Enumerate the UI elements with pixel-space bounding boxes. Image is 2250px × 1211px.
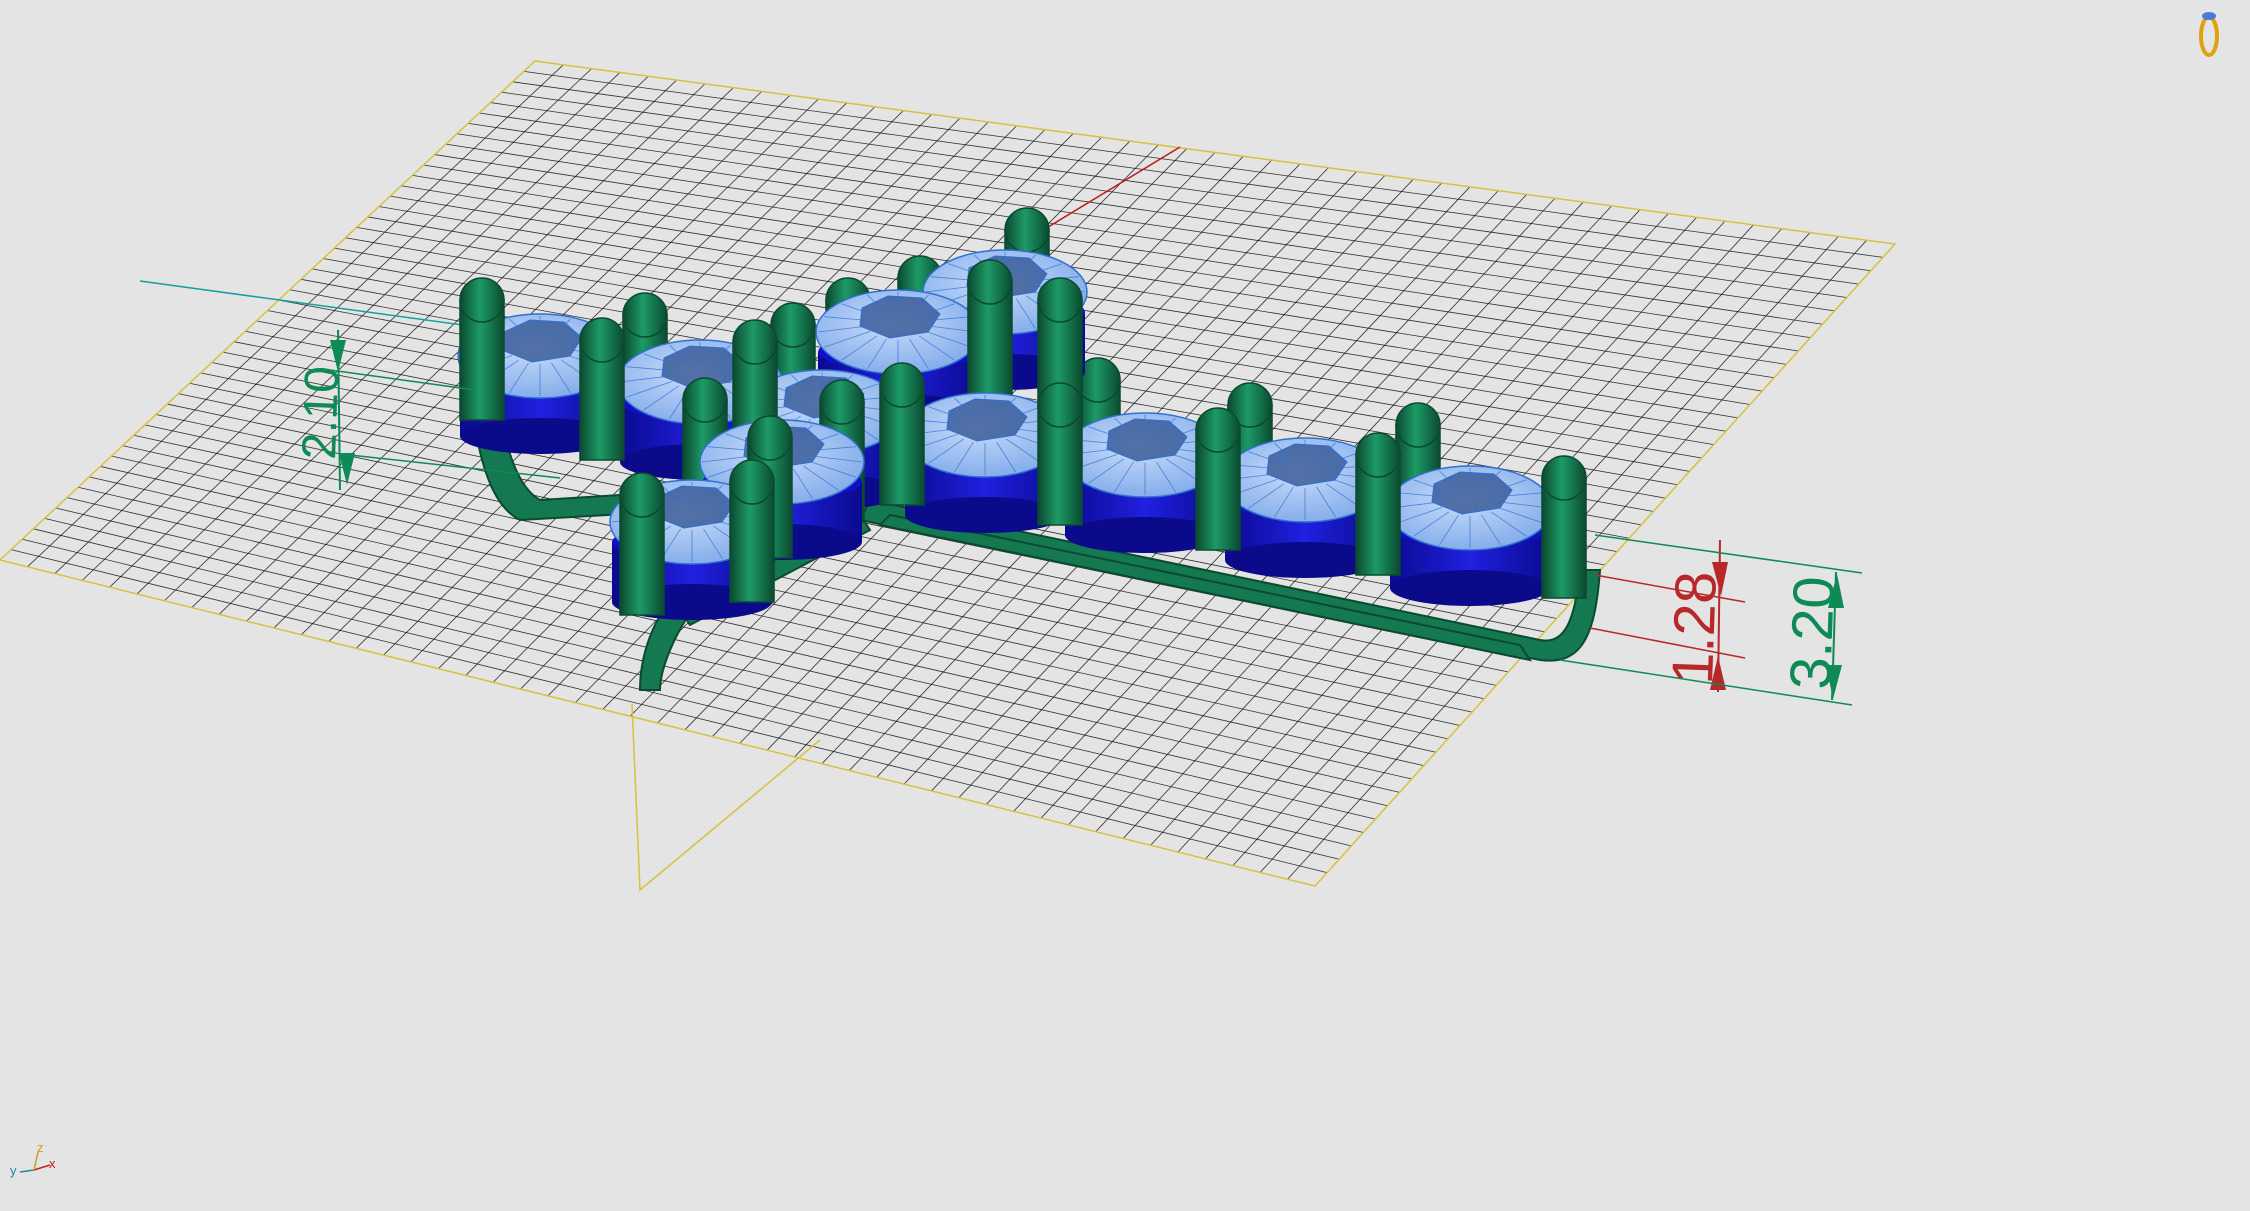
prong-tip: [1037, 382, 1083, 428]
prong[interactable]: [619, 472, 665, 616]
dimension-extension-line: [349, 454, 561, 479]
prong-tip: [622, 292, 668, 338]
prong-tip: [579, 317, 625, 363]
prong[interactable]: [967, 259, 1013, 403]
prong[interactable]: [1541, 455, 1587, 599]
prong[interactable]: [1195, 407, 1241, 551]
y-axis-indicator-line: [19, 1169, 35, 1173]
prong[interactable]: [459, 277, 505, 421]
dimension-bottom-gap[interactable]: 1.28: [1589, 539, 1746, 693]
prong[interactable]: [879, 362, 925, 506]
prong-tip: [879, 362, 925, 408]
prong-tip: [1395, 402, 1441, 448]
prong-tip: [732, 319, 778, 365]
prong-tip: [1355, 432, 1401, 478]
prong-tip: [619, 472, 665, 518]
prong-tip: [682, 377, 728, 423]
prong-tip: [1541, 455, 1587, 501]
prong-tip: [1195, 407, 1241, 453]
prong-tip: [1004, 207, 1050, 253]
dimension-value-text: 3.20: [1778, 575, 1847, 690]
ring-gem: [2202, 12, 2216, 20]
prong-tip: [819, 379, 865, 425]
ring-with-gem-icon[interactable]: [2199, 12, 2219, 57]
prong-tip: [967, 259, 1013, 305]
dimension-value-text: 1.28: [1660, 570, 1729, 685]
y-axis-line: [139, 280, 471, 327]
x-axis-indicator-line: [33, 1164, 51, 1171]
prong[interactable]: [579, 317, 625, 461]
setting-bottom: [1390, 570, 1550, 606]
y-axis-label: y: [10, 1163, 17, 1178]
prong[interactable]: [729, 459, 775, 603]
axis-orientation-indicator: x y z: [10, 1140, 56, 1178]
ring-band: [2199, 15, 2219, 57]
vertical-axis-guide: [631, 703, 821, 892]
3d-viewport[interactable]: 2.10 1.28 3.20 x y z: [0, 0, 2250, 1211]
prong-tip: [459, 277, 505, 323]
prong-tip: [1037, 277, 1083, 323]
dimension-value-text: 2.10: [293, 365, 349, 460]
z-axis-label: z: [37, 1140, 44, 1155]
x-axis-label: x: [49, 1156, 56, 1171]
viewport-canvas[interactable]: 2.10 1.28 3.20 x y z: [0, 0, 2250, 1211]
stone-settings[interactable]: [457, 207, 1587, 620]
prong-tip: [747, 415, 793, 461]
dimension-extension-line: [1594, 534, 1863, 574]
gemstone-setting[interactable]: [1387, 465, 1553, 606]
prong[interactable]: [1037, 382, 1083, 526]
prong-tip: [729, 459, 775, 505]
prong[interactable]: [1355, 432, 1401, 576]
